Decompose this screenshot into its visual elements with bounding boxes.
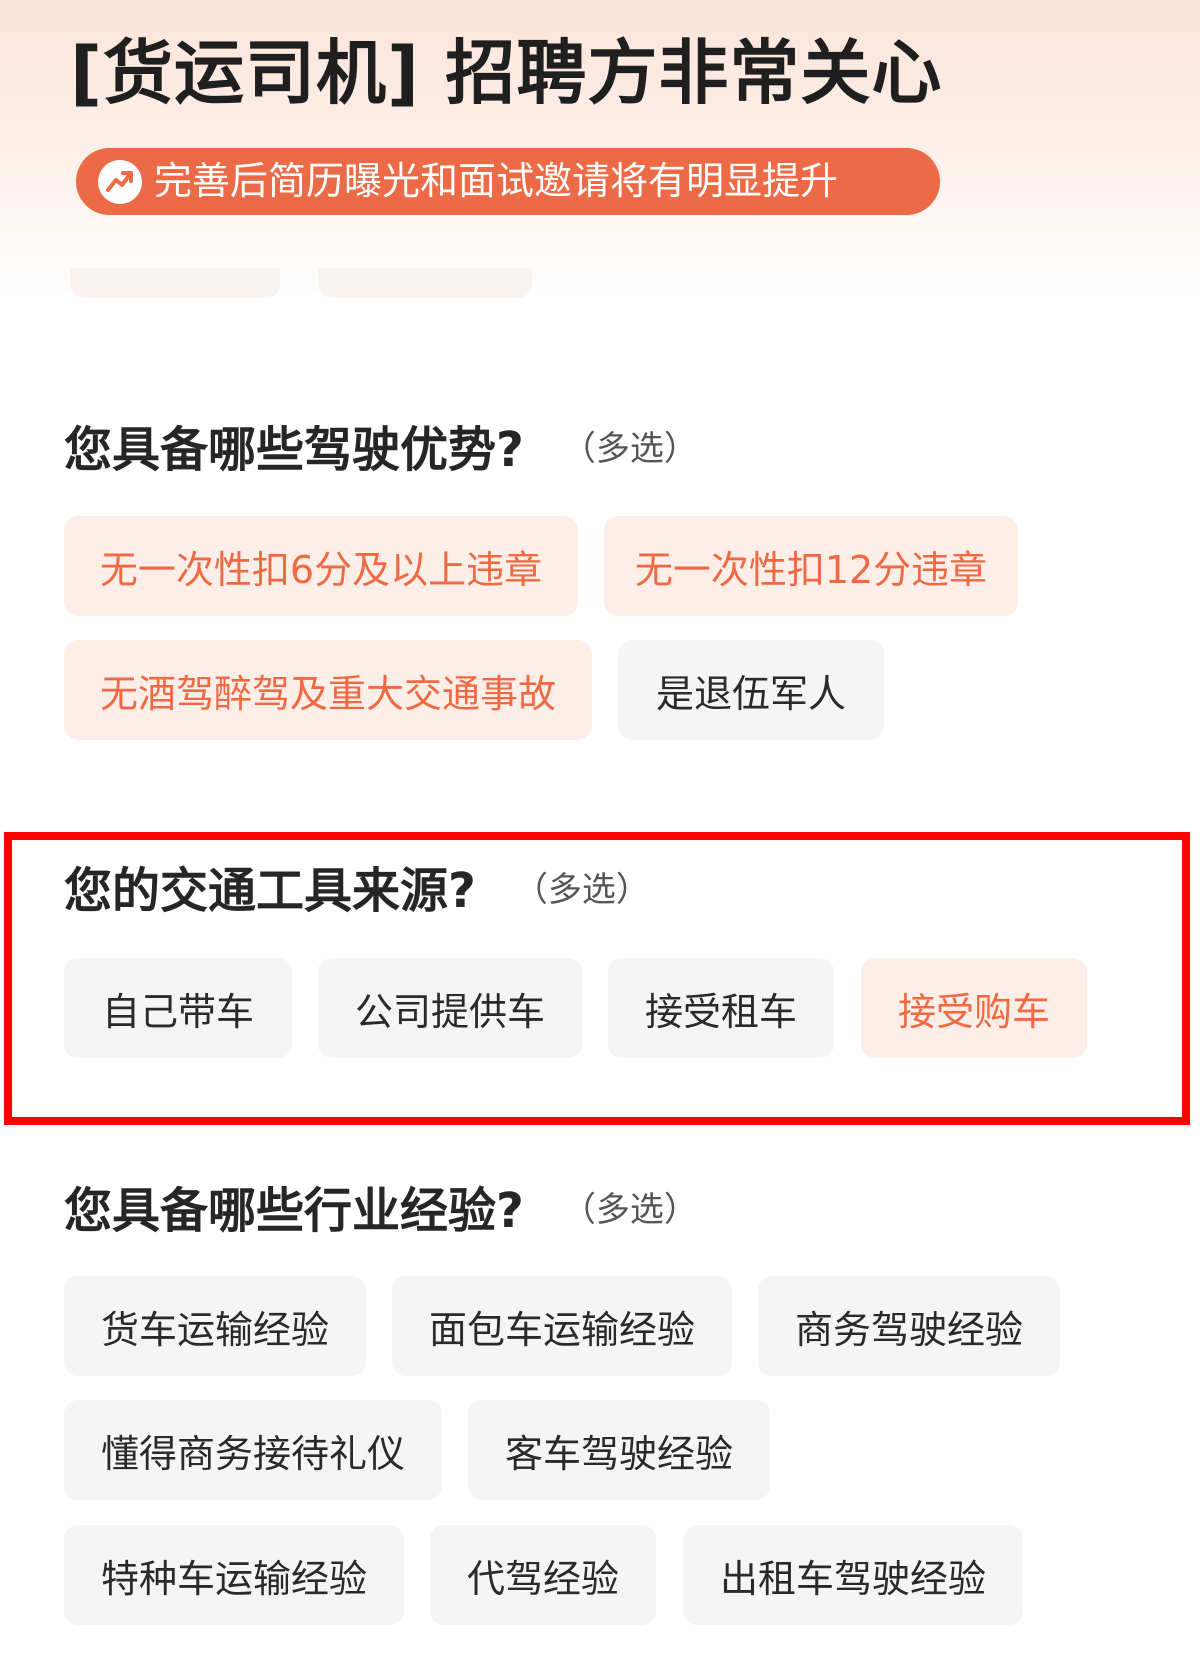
option-chip[interactable]: 特种车运输经验 [64,1525,404,1625]
driving-advantages-section: 您具备哪些驾驶优势? （多选） [64,415,698,478]
multi-select-hint: （多选） [561,1189,698,1230]
option-label: 是退伍军人 [655,671,846,716]
section-title: 您的交通工具来源? [64,863,476,919]
option-label: 特种车运输经验 [100,1556,367,1601]
option-label: 出租车驾驶经验 [719,1556,986,1601]
option-label: 懂得商务接待礼仪 [100,1431,405,1476]
trending-up-icon [98,159,142,204]
option-chip[interactable]: 无一次性扣6分及以上违章 [64,516,578,616]
option-chip[interactable]: 客车驾驶经验 [468,1400,770,1500]
option-label: 无一次性扣6分及以上违章 [99,547,543,592]
option-chip[interactable]: 懂得商务接待礼仪 [64,1400,442,1500]
option-chip[interactable]: 货车运输经验 [64,1276,366,1376]
section-title: 您具备哪些行业经验? [64,1183,524,1239]
option-chip[interactable]: 自己带车 [64,958,292,1058]
ghost-chip [318,268,532,298]
option-chip[interactable]: 商务驾驶经验 [758,1276,1060,1376]
option-chip[interactable]: 出租车驾驶经验 [683,1525,1023,1625]
option-chip[interactable]: 是退伍军人 [618,640,884,740]
option-label: 商务驾驶经验 [794,1307,1023,1352]
option-chip[interactable]: 接受购车 [861,958,1087,1058]
option-label: 无一次性扣12分违章 [634,547,988,592]
option-label: 无酒驾醉驾及重大交通事故 [99,671,556,716]
industry-experience-section: 您具备哪些行业经验? （多选） [64,1176,698,1239]
promo-banner: 完善后简历曝光和面试邀请将有明显提升 [76,148,940,215]
option-label: 面包车运输经验 [428,1307,695,1352]
page-title: [货运司机] 招聘方非常关心 [70,32,943,114]
vehicle-source-section: 您的交通工具来源? （多选） [64,856,650,919]
promo-text: 完善后简历曝光和面试邀请将有明显提升 [154,159,839,203]
option-label: 客车驾驶经验 [504,1431,733,1476]
option-chip[interactable]: 公司提供车 [318,958,582,1058]
section-title: 您具备哪些驾驶优势? [64,422,524,478]
multi-select-hint: （多选） [561,428,698,469]
option-chip[interactable]: 接受租车 [608,958,834,1058]
option-chip[interactable]: 面包车运输经验 [392,1276,732,1376]
multi-select-hint: （多选） [513,869,650,910]
option-chip[interactable]: 无酒驾醉驾及重大交通事故 [64,640,592,740]
ghost-chip [70,268,280,298]
option-chip[interactable]: 代驾经验 [430,1525,656,1625]
option-label: 接受购车 [897,989,1050,1034]
option-label: 公司提供车 [354,989,545,1034]
option-label: 代驾经验 [466,1556,619,1601]
option-label: 接受租车 [644,989,797,1034]
option-label: 自己带车 [101,989,254,1034]
option-label: 货车运输经验 [100,1307,329,1352]
option-chip[interactable]: 无一次性扣12分违章 [604,516,1018,616]
